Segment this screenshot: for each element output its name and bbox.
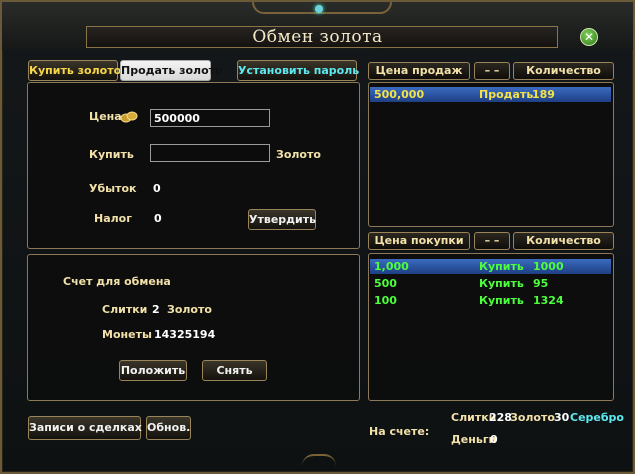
withdraw-button[interactable]: Снять: [202, 360, 267, 381]
bottom-ornament: [302, 454, 336, 466]
close-icon: ✕: [583, 30, 595, 44]
close-button[interactable]: ✕: [580, 28, 598, 46]
buy-row-price: 1,000: [374, 260, 409, 273]
footer-silver-label: Серебро: [570, 411, 624, 424]
footer-gold-value: 30: [554, 411, 570, 424]
footer-money-value: 0: [490, 433, 498, 446]
tax-label: Налог: [94, 212, 132, 225]
gem-icon: [315, 5, 323, 13]
gold-exchange-window: Обмен золота ✕ Купить золото Продать зол…: [0, 0, 635, 474]
confirm-button[interactable]: Утвердить: [248, 209, 316, 230]
refresh-button[interactable]: Обнов.: [146, 416, 191, 440]
exchange-account-panel: Счет для обмена Слитки 2 Золото Монеты 1…: [27, 254, 360, 401]
loss-label: Убыток: [89, 182, 137, 195]
footer-gold-label: Золото: [510, 411, 555, 424]
balance-label: На счете:: [369, 425, 430, 438]
sell-mid-header[interactable]: – –: [474, 62, 510, 80]
buy-row-price[interactable]: 100: [374, 294, 397, 307]
buy-quantity-header[interactable]: Количество: [513, 232, 614, 250]
coins-label: Монеты: [102, 328, 152, 341]
bars-value: 2: [152, 303, 160, 316]
buy-quantity-input[interactable]: [150, 144, 270, 162]
set-password-button[interactable]: Установить пароль: [237, 60, 359, 81]
buy-row-action: Купить: [479, 260, 524, 273]
sell-price-header[interactable]: Цена продаж: [368, 62, 470, 80]
buy-quantity-label: Купить: [89, 148, 134, 161]
trade-history-button[interactable]: Записи о сделках: [28, 416, 142, 440]
coins-value: 14325194: [154, 328, 216, 341]
buy-row-quantity: 1000: [533, 260, 564, 273]
price-label: Цена: [89, 110, 122, 123]
buy-mid-header[interactable]: – –: [474, 232, 510, 250]
coins-icon: [120, 111, 138, 123]
window-title: Обмен золота: [252, 27, 383, 47]
buy-row-quantity[interactable]: 1324: [533, 294, 564, 307]
order-form-panel: Цена Купить Золото Убыток 0 Налог 0 Утве…: [27, 82, 360, 249]
buy-row-price[interactable]: 500: [374, 277, 397, 290]
footer-bars-value: 228: [489, 411, 512, 424]
price-input[interactable]: [150, 109, 270, 127]
account-title: Счет для обмена: [63, 275, 171, 288]
buy-row-action[interactable]: Купить: [479, 277, 524, 290]
tab-sell-gold[interactable]: Продать золото: [120, 60, 223, 81]
sell-orders-list: [368, 82, 614, 227]
tab-buy-gold[interactable]: Купить золото: [28, 60, 121, 81]
sell-row-quantity: 189: [532, 88, 555, 101]
buy-price-header[interactable]: Цена покупки: [368, 232, 470, 250]
buy-orders-list: [368, 253, 614, 401]
sell-quantity-header[interactable]: Количество: [513, 62, 614, 80]
gold-unit-label: Золото: [276, 148, 321, 161]
bars-unit-label: Золото: [167, 303, 212, 316]
bars-label: Слитки: [102, 303, 148, 316]
sell-row-action: Продать: [479, 88, 534, 101]
loss-value: 0: [153, 182, 161, 195]
deposit-button[interactable]: Положить: [119, 360, 187, 381]
title-bar[interactable]: Обмен золота ✕: [2, 2, 633, 50]
buy-row-action[interactable]: Купить: [479, 294, 524, 307]
sell-row-price: 500,000: [374, 88, 425, 101]
tax-value: 0: [154, 212, 162, 225]
buy-row-quantity[interactable]: 95: [533, 277, 548, 290]
